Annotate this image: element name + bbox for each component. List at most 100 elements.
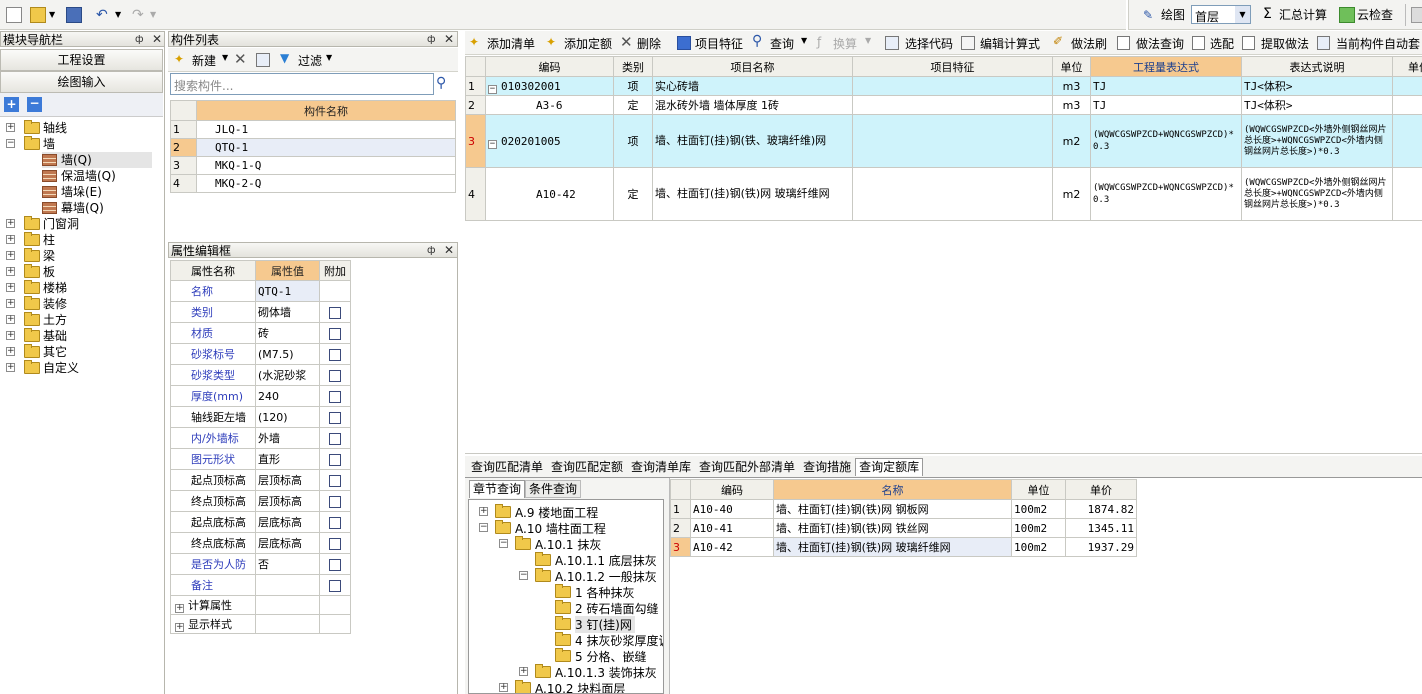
tab-list-library[interactable]: 查询清单库 [627, 458, 695, 476]
prop-value[interactable]: 层底标高 [255, 511, 320, 533]
name-cell[interactable]: 墙、柱面钉(挂)钢(铁)网 玻璃纤维网 [652, 167, 853, 221]
tree-item-slab[interactable]: + 板 [6, 264, 156, 280]
expand-icon[interactable]: + [6, 219, 15, 228]
prop-checkbox[interactable] [329, 495, 341, 508]
new-component-icon[interactable]: ✦ [174, 52, 184, 66]
code-cell[interactable]: A3-6 [485, 95, 614, 115]
chapter-item[interactable]: + A.10.2 块料面层 [499, 680, 663, 693]
expand-icon[interactable]: + [479, 507, 488, 516]
table-row[interactable]: 1 JLQ-1 [170, 120, 456, 139]
tree-item-custom[interactable]: + 自定义 [6, 360, 156, 376]
property-row[interactable]: 图元形状 直形 [170, 448, 351, 470]
pick-button[interactable]: 选配 [1210, 35, 1234, 52]
tree-item-curtain-wall[interactable]: 幕墙(Q) [42, 200, 152, 216]
collapse-icon[interactable]: − [6, 139, 15, 148]
tab-match-external-list[interactable]: 查询匹配外部清单 [695, 458, 799, 476]
code-cell[interactable]: A10-42 [485, 167, 614, 221]
component-name-cell[interactable]: QTQ-1 [196, 138, 456, 157]
chapter-item[interactable]: 1 各种抹灰 [555, 584, 663, 600]
property-row[interactable]: 是否为人防否 [170, 553, 351, 575]
chapter-item[interactable]: 4 抹灰砂浆厚度调 [555, 632, 663, 648]
prop-value[interactable]: 外墙 [255, 427, 320, 449]
name-cell[interactable]: 实心砖墙 [652, 76, 853, 96]
quota-name-cell[interactable]: 墙、柱面钉(挂)钢(铁)网 铁丝网 [773, 518, 1012, 538]
prop-value[interactable]: 直形 [255, 448, 320, 470]
prop-value[interactable]: 层顶标高 [255, 469, 320, 491]
project-features-button[interactable]: 项目特征 [695, 35, 743, 52]
expression-cell[interactable]: TJ [1090, 76, 1242, 96]
property-row[interactable]: 砂浆标号 (M7.5) [170, 343, 351, 365]
type-cell[interactable]: 定 [613, 167, 653, 221]
type-cell[interactable]: 定 [613, 95, 653, 115]
save-icon[interactable] [66, 7, 82, 23]
name-cell[interactable]: 混水砖外墙 墙体厚度 1砖 [652, 95, 853, 115]
prop-value[interactable]: 砖 [255, 322, 320, 344]
table-row[interactable]: 2 A3-6 定 混水砖外墙 墙体厚度 1砖 m3 TJ TJ<体积> 22 [465, 95, 1422, 115]
tree-item-decoration[interactable]: + 装修 [6, 296, 156, 312]
features-cell[interactable] [852, 95, 1053, 115]
open-folder-icon[interactable] [30, 7, 46, 23]
prop-checkbox[interactable] [329, 537, 341, 550]
table-row[interactable]: 1 A10-40 墙、柱面钉(挂)钢(铁)网 钢板网 100m2 1874.82 [670, 499, 1137, 519]
tab-match-list[interactable]: 查询匹配清单 [467, 458, 547, 476]
sum-calc-button[interactable]: 汇总计算 [1279, 6, 1327, 24]
chapter-item[interactable]: − A.10.1.2 一般抹灰 [519, 568, 663, 584]
property-row[interactable]: 内/外墙标 外墙 [170, 427, 351, 449]
expand-icon[interactable]: + [6, 283, 15, 292]
table-row[interactable]: 4 A10-42 定 墙、柱面钉(挂)钢(铁)网 玻璃纤维网 m2 (WQWCG… [465, 167, 1422, 221]
expand-icon[interactable]: + [499, 683, 508, 692]
chapter-item[interactable]: A.10.1.1 底层抹灰 [535, 552, 663, 568]
tree-item-axis[interactable]: + 轴线 [6, 120, 156, 136]
expand-icon[interactable]: + [6, 299, 15, 308]
prop-value[interactable]: QTQ-1 [255, 280, 320, 302]
delete-icon[interactable]: ✕ [234, 50, 247, 68]
new-file-icon[interactable] [6, 7, 22, 23]
undo-icon[interactable]: ↶ [96, 6, 108, 24]
tab-condition-query[interactable]: 条件查询 [525, 480, 582, 498]
property-row[interactable]: 终点顶标高 层顶标高 [170, 490, 351, 512]
property-row[interactable]: 材质砖 [170, 322, 351, 344]
component-name-cell[interactable]: JLQ-1 [196, 120, 456, 139]
expand-icon[interactable]: + [6, 347, 15, 356]
collapse-icon[interactable]: − [488, 139, 497, 149]
convert-button[interactable]: 换算 [833, 35, 857, 52]
expression-cell[interactable]: (WQWCGSWPZCD+WQNCGSWPZCD)*0.3 [1090, 167, 1242, 221]
draw-button[interactable]: 绘图 [1161, 6, 1185, 24]
component-name-cell[interactable]: MKQ-2-Q [196, 174, 456, 193]
prop-checkbox[interactable] [329, 558, 341, 571]
expand-icon[interactable]: + [175, 604, 184, 613]
name-cell[interactable]: 墙、柱面钉(挂)钢(铁、玻璃纤维)网 [652, 114, 853, 168]
cloud-check-button[interactable]: 云检查 [1357, 6, 1393, 24]
add-list-button[interactable]: 添加清单 [487, 35, 535, 52]
chapter-item[interactable]: 5 分格、嵌缝 [555, 648, 663, 664]
table-row[interactable]: 2 QTQ-1 [170, 138, 456, 157]
edit-formula-button[interactable]: 编辑计算式 [980, 35, 1040, 52]
component-search-input[interactable]: 搜索构件... [170, 73, 434, 95]
copy-icon[interactable] [256, 53, 270, 67]
expand-icon[interactable]: + [519, 667, 528, 676]
tree-item-other[interactable]: + 其它 [6, 344, 156, 360]
tree-item-insulation-wall[interactable]: 保温墙(Q) [42, 168, 152, 184]
filter-icon[interactable]: ▼ [280, 51, 289, 65]
method-query-button[interactable]: 做法查询 [1136, 35, 1184, 52]
table-row[interactable]: 2 A10-41 墙、柱面钉(挂)钢(铁)网 铁丝网 100m2 1345.11 [670, 518, 1137, 538]
expand-icon[interactable]: + [6, 331, 15, 340]
tree-item-wall[interactable]: − 墙 [6, 136, 156, 152]
expression-cell[interactable]: TJ [1090, 95, 1242, 115]
expand-icon[interactable]: + [6, 123, 15, 132]
quota-name-cell[interactable]: 墙、柱面钉(挂)钢(铁)网 钢板网 [773, 499, 1012, 519]
type-cell[interactable]: 项 [613, 114, 653, 168]
collapse-icon[interactable]: − [479, 523, 488, 532]
prop-value[interactable] [255, 574, 320, 596]
chapter-item[interactable]: − A.10 墙柱面工程 [479, 520, 659, 536]
quota-code-cell[interactable]: A10-42 [690, 537, 774, 557]
project-settings-button[interactable]: 工程设置 [0, 49, 163, 71]
prop-checkbox[interactable] [329, 306, 341, 319]
property-row[interactable]: 名称 QTQ-1 [170, 280, 351, 302]
unit-cell[interactable]: m3 [1052, 76, 1091, 96]
quota-code-cell[interactable]: A10-41 [690, 518, 774, 538]
unit-cell[interactable]: m2 [1052, 114, 1091, 168]
chevron-down-icon[interactable]: ▼ [865, 36, 871, 45]
close-icon[interactable]: ✕ [444, 243, 454, 257]
property-row[interactable]: 类别 砌体墙 [170, 301, 351, 323]
